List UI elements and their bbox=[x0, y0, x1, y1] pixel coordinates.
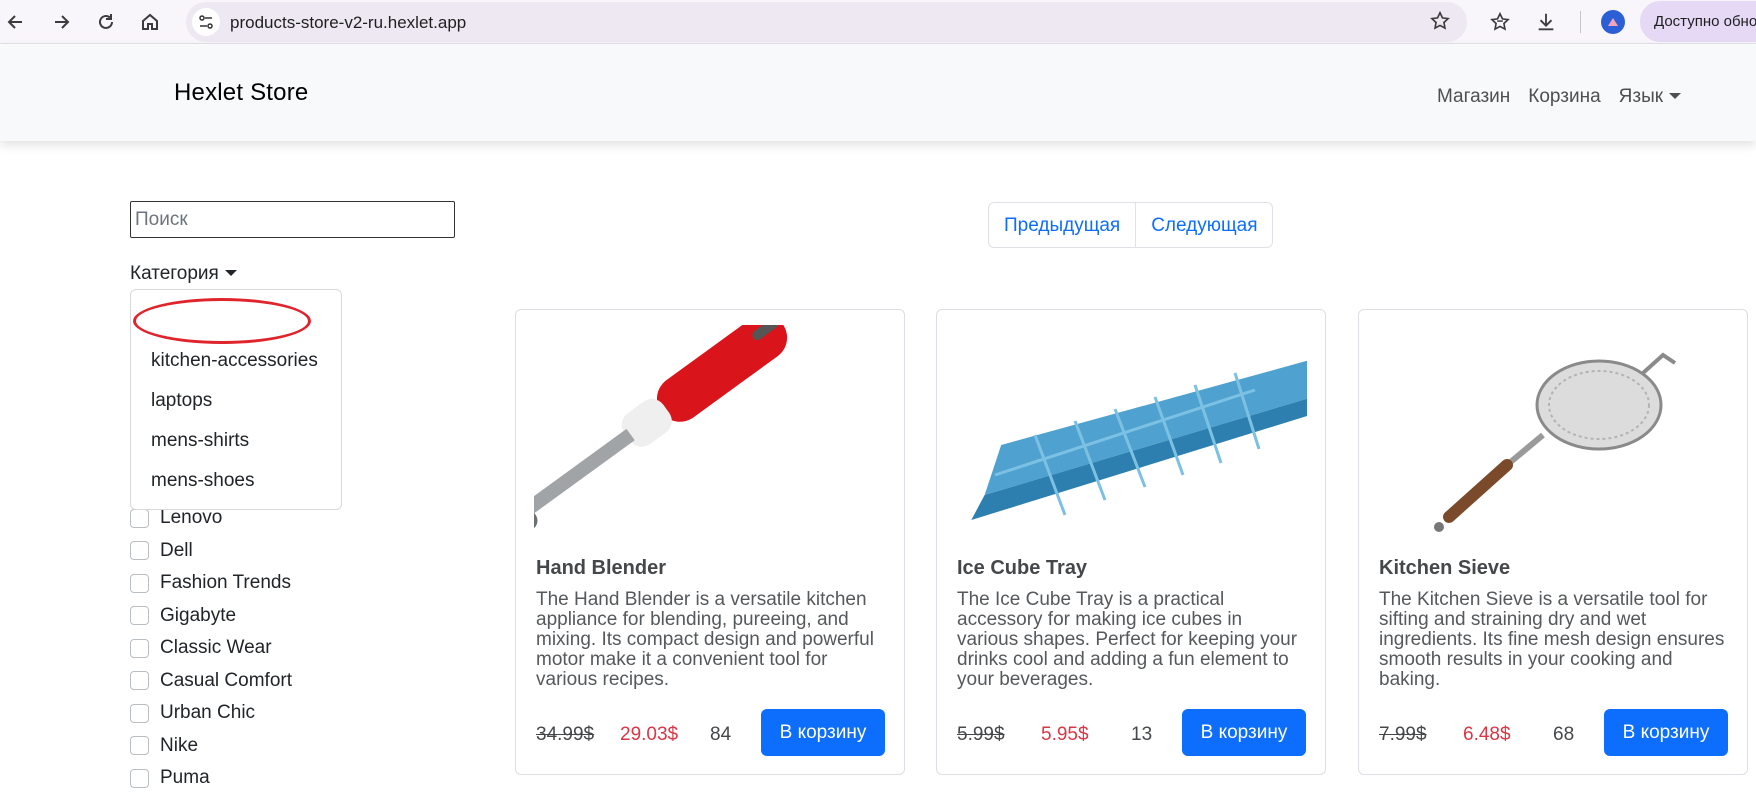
sale-price: 6.48$ bbox=[1463, 724, 1511, 745]
nav-link-cart[interactable]: Корзина bbox=[1528, 86, 1600, 108]
brand-filter-item[interactable]: Nike bbox=[130, 730, 292, 763]
bookmark-star-icon[interactable] bbox=[1429, 10, 1451, 37]
update-available-button[interactable]: Доступно обно bbox=[1640, 1, 1756, 42]
product-card: Ice Cube Tray The Ice Cube Tray is a pra… bbox=[936, 309, 1326, 775]
search-input[interactable] bbox=[130, 201, 455, 238]
old-price: 34.99$ bbox=[536, 724, 595, 745]
back-icon[interactable] bbox=[2, 8, 30, 36]
sale-price: 5.95$ bbox=[1041, 724, 1089, 745]
brand-filter-item[interactable]: Dell bbox=[130, 535, 292, 568]
language-dropdown[interactable]: Язык bbox=[1619, 86, 1681, 108]
brand-filter-list: Lenovo Dell Fashion Trends Gigabyte Clas… bbox=[130, 502, 292, 795]
checkbox[interactable] bbox=[130, 508, 149, 528]
stock-count: 13 bbox=[1131, 724, 1153, 745]
product-title[interactable]: Kitchen Sieve bbox=[1379, 557, 1510, 580]
empty-category-option-highlight[interactable] bbox=[133, 298, 311, 344]
previous-page-button[interactable]: Предыдущая bbox=[989, 203, 1135, 247]
checkbox[interactable] bbox=[130, 736, 149, 756]
old-price: 5.99$ bbox=[957, 724, 1005, 745]
reload-icon[interactable] bbox=[92, 8, 120, 36]
checkbox[interactable] bbox=[130, 573, 149, 593]
product-description: The Hand Blender is a versatile kitchen … bbox=[536, 589, 874, 690]
checkbox[interactable] bbox=[130, 606, 149, 626]
brand-filter-item[interactable]: Classic Wear bbox=[130, 632, 292, 665]
add-to-cart-button[interactable]: В корзину bbox=[761, 709, 885, 756]
home-icon[interactable] bbox=[136, 8, 164, 36]
url-text: products-store-v2-ru.hexlet.app bbox=[230, 13, 467, 32]
kitchen-sieve-image bbox=[1434, 352, 1677, 532]
toolbar-divider bbox=[1580, 11, 1581, 33]
category-option[interactable]: laptops bbox=[151, 390, 212, 412]
stock-count: 68 bbox=[1553, 724, 1575, 745]
category-option[interactable]: mens-shirts bbox=[151, 430, 249, 452]
category-option[interactable]: mens-shoes bbox=[151, 470, 255, 492]
product-description: The Ice Cube Tray is a practical accesso… bbox=[957, 589, 1298, 690]
sale-price: 29.03$ bbox=[620, 724, 679, 745]
pagination: Предыдущая Следующая bbox=[988, 202, 1274, 248]
stock-count: 84 bbox=[710, 724, 732, 745]
site-settings-icon[interactable] bbox=[192, 8, 220, 36]
category-dropdown-toggle[interactable]: Категория bbox=[130, 263, 237, 285]
ice-cube-tray-image bbox=[971, 345, 1307, 520]
download-icon[interactable] bbox=[1532, 8, 1560, 36]
category-dropdown-menu: kitchen-accessories laptops mens-shirts … bbox=[130, 289, 342, 510]
category-option[interactable]: kitchen-accessories bbox=[151, 350, 318, 372]
brand-filter-item[interactable]: Urban Chic bbox=[130, 697, 292, 730]
nav-links: Магазин Корзина Язык bbox=[1437, 86, 1681, 108]
next-page-button[interactable]: Следующая bbox=[1135, 203, 1272, 247]
browser-toolbar: products-store-v2-ru.hexlet.app Доступно… bbox=[0, 0, 1756, 44]
address-bar[interactable]: products-store-v2-ru.hexlet.app bbox=[186, 2, 1467, 42]
product-title[interactable]: Ice Cube Tray bbox=[957, 557, 1087, 580]
checkbox[interactable] bbox=[130, 768, 149, 788]
brand-filter-item[interactable]: Puma bbox=[130, 762, 292, 795]
site-navbar: Hexlet Store Магазин Корзина Язык bbox=[0, 45, 1756, 141]
brand-filter-item[interactable]: Gigabyte bbox=[130, 600, 292, 633]
brand-logo[interactable]: Hexlet Store bbox=[174, 79, 308, 107]
forward-icon[interactable] bbox=[47, 8, 75, 36]
add-to-cart-button[interactable]: В корзину bbox=[1604, 709, 1728, 756]
checkbox[interactable] bbox=[130, 703, 149, 723]
product-card: Hand Blender The Hand Blender is a versa… bbox=[515, 309, 905, 775]
product-card: Kitchen Sieve The Kitchen Sieve is a ver… bbox=[1358, 309, 1748, 775]
hand-blender-image bbox=[534, 325, 788, 543]
profile-avatar-icon[interactable] bbox=[1601, 10, 1625, 34]
product-description: The Kitchen Sieve is a versatile tool fo… bbox=[1379, 589, 1725, 690]
brand-filter-item[interactable]: Casual Comfort bbox=[130, 665, 292, 698]
brand-filter-item[interactable]: Fashion Trends bbox=[130, 567, 292, 600]
product-title[interactable]: Hand Blender bbox=[536, 557, 666, 580]
checkbox[interactable] bbox=[130, 541, 149, 561]
checkbox[interactable] bbox=[130, 638, 149, 658]
nav-link-shop[interactable]: Магазин bbox=[1437, 86, 1510, 108]
checkbox[interactable] bbox=[130, 671, 149, 691]
add-to-cart-button[interactable]: В корзину bbox=[1182, 709, 1306, 756]
old-price: 7.99$ bbox=[1379, 724, 1427, 745]
bookmarks-icon[interactable] bbox=[1486, 8, 1514, 36]
